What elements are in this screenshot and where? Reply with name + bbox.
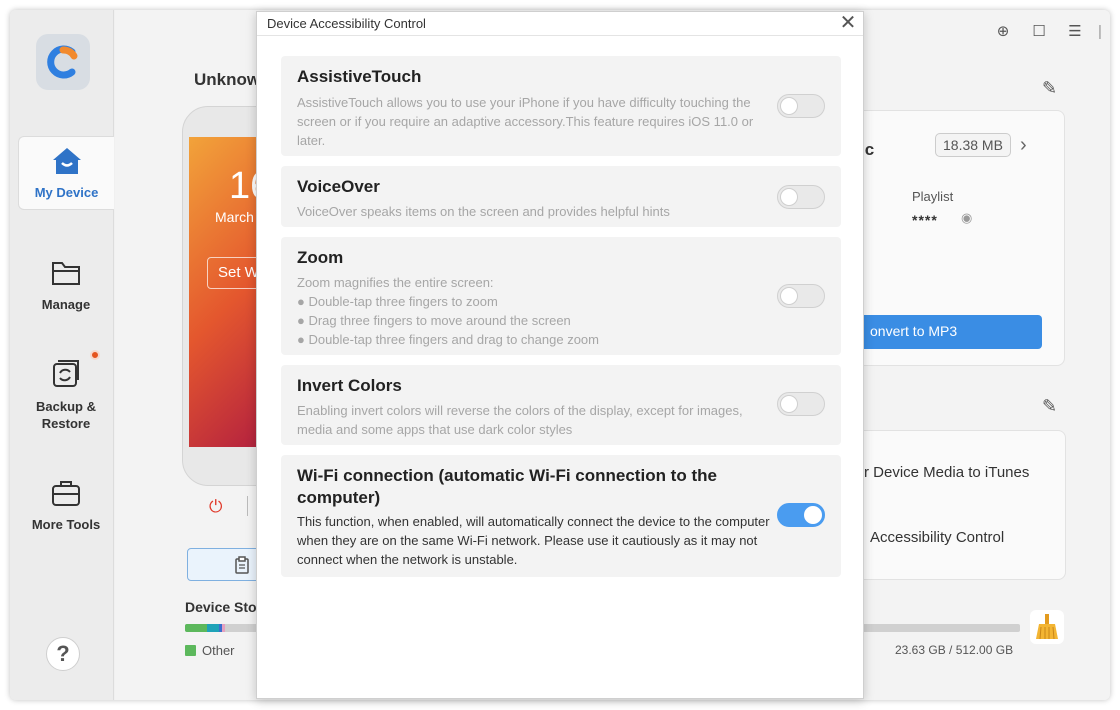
wifi-connection-toggle[interactable] bbox=[777, 503, 825, 527]
setting-wifi-connection: Wi-Fi connection (automatic Wi-Fi connec… bbox=[281, 455, 841, 577]
setting-zoom: Zoom Zoom magnifies the entire screen: ●… bbox=[281, 237, 841, 355]
power-icon[interactable]: ⏻ bbox=[209, 497, 222, 517]
titlebar-divider: | bbox=[1098, 22, 1102, 40]
setting-description: Zoom magnifies the entire screen: ● Doub… bbox=[297, 273, 771, 349]
app-logo-icon bbox=[47, 45, 78, 79]
toggle-knob bbox=[780, 287, 798, 305]
sidebar-item-label: More Tools bbox=[31, 517, 101, 532]
setting-title: AssistiveTouch bbox=[297, 67, 422, 86]
accessibility-dialog: Device Accessibility Control ✕ Assistive… bbox=[256, 11, 864, 699]
assistivetouch-toggle[interactable] bbox=[777, 94, 825, 118]
storage-title: Device Stor bbox=[185, 599, 263, 615]
zoom-desc-line: ● Double-tap three fingers and drag to c… bbox=[297, 332, 599, 347]
download-icon[interactable]: ⊕ bbox=[985, 22, 1021, 40]
tool-item-media-to-itunes[interactable]: r Device Media to iTunes bbox=[864, 464, 1029, 481]
setting-assistivetouch: AssistiveTouch AssistiveTouch allows you… bbox=[281, 56, 841, 156]
dialog-header: Device Accessibility Control ✕ bbox=[257, 12, 863, 36]
setting-title: Wi-Fi connection (automatic Wi-Fi connec… bbox=[297, 466, 717, 507]
storage-seg-apps bbox=[207, 624, 219, 632]
titlebar-controls: ⊕ ☐ ☰ | — ☐ ✕ bbox=[985, 22, 1110, 41]
playlist-value: **** bbox=[912, 212, 938, 228]
cleanup-button[interactable] bbox=[1030, 610, 1064, 644]
storage-seg-photos bbox=[222, 624, 225, 632]
zoom-desc-line: Zoom magnifies the entire screen: bbox=[297, 275, 494, 290]
toggle-knob bbox=[804, 506, 822, 524]
sidebar-item-label: My Device bbox=[34, 185, 99, 200]
tool-item-accessibility-control[interactable]: Accessibility Control bbox=[870, 529, 1004, 546]
setting-description: VoiceOver speaks items on the screen and… bbox=[297, 204, 670, 219]
zoom-desc-line: ● Double-tap three fingers to zoom bbox=[297, 294, 498, 309]
legend-swatch bbox=[185, 645, 196, 656]
sidebar-item-my-device[interactable]: My Device bbox=[18, 136, 114, 210]
setting-voiceover: VoiceOver VoiceOver speaks items on the … bbox=[281, 166, 841, 227]
help-button[interactable]: ? bbox=[46, 637, 80, 671]
menu-icon[interactable]: ☰ bbox=[1057, 22, 1093, 40]
setting-title: VoiceOver bbox=[297, 177, 380, 196]
minimize-icon[interactable]: — bbox=[1107, 23, 1110, 40]
broom-icon bbox=[1036, 614, 1058, 640]
storage-value: 23.63 GB / 512.00 GB bbox=[895, 643, 1014, 657]
storage-seg-other bbox=[185, 624, 207, 632]
size-badge: 18.38 MB bbox=[935, 133, 1011, 157]
edit-icon[interactable]: ✎ bbox=[1042, 78, 1057, 99]
storage-used bbox=[185, 624, 225, 632]
setting-description: Enabling invert colors will reverse the … bbox=[297, 403, 743, 437]
legend-label-other: Other bbox=[202, 643, 235, 658]
sidebar-item-label: Backup & Restore bbox=[36, 399, 96, 431]
edit-icon[interactable]: ✎ bbox=[1042, 396, 1057, 417]
zoom-desc-line: ● Drag three fingers to move around the … bbox=[297, 313, 571, 328]
sidebar-item-manage[interactable]: Manage bbox=[18, 258, 114, 313]
toggle-knob bbox=[780, 188, 798, 206]
toolbox-icon bbox=[52, 481, 80, 506]
device-name: Unknow bbox=[194, 70, 261, 89]
zoom-toggle[interactable] bbox=[777, 284, 825, 308]
dialog-title: Device Accessibility Control bbox=[267, 16, 426, 31]
sidebar-item-label: Manage bbox=[41, 297, 91, 312]
setting-title: Zoom bbox=[297, 248, 344, 267]
setting-title: Invert Colors bbox=[297, 376, 402, 395]
setting-description: AssistiveTouch allows you to use your iP… bbox=[297, 95, 754, 148]
folder-icon bbox=[52, 262, 80, 285]
tools-card bbox=[850, 430, 1066, 580]
divider bbox=[247, 496, 248, 516]
toggle-knob bbox=[780, 395, 798, 413]
sidebar: My Device Manage Backup & Restore More T… bbox=[10, 10, 114, 700]
chevron-right-icon[interactable]: › bbox=[1020, 134, 1027, 157]
voiceover-toggle[interactable] bbox=[777, 185, 825, 209]
sidebar-item-more-tools[interactable]: More Tools bbox=[18, 478, 114, 533]
convert-to-mp3-button[interactable]: onvert to MP3 bbox=[850, 315, 1042, 349]
clipboard-icon bbox=[235, 556, 249, 574]
playlist-label: Playlist bbox=[912, 189, 954, 204]
backup-icon bbox=[53, 360, 79, 387]
setting-description: This function, when enabled, will automa… bbox=[297, 514, 770, 567]
toggle-knob bbox=[780, 97, 798, 115]
app-logo bbox=[36, 34, 90, 90]
eye-icon[interactable]: ◉ bbox=[961, 210, 972, 226]
phone-date: March bbox=[215, 209, 254, 225]
close-icon[interactable]: ✕ bbox=[837, 12, 859, 34]
home-icon bbox=[52, 148, 81, 174]
feedback-icon[interactable]: ☐ bbox=[1021, 22, 1057, 40]
sidebar-item-backup-restore[interactable]: Backup & Restore bbox=[18, 358, 114, 432]
setting-invert-colors: Invert Colors Enabling invert colors wil… bbox=[281, 365, 841, 445]
notification-badge bbox=[90, 350, 100, 360]
invert-colors-toggle[interactable] bbox=[777, 392, 825, 416]
